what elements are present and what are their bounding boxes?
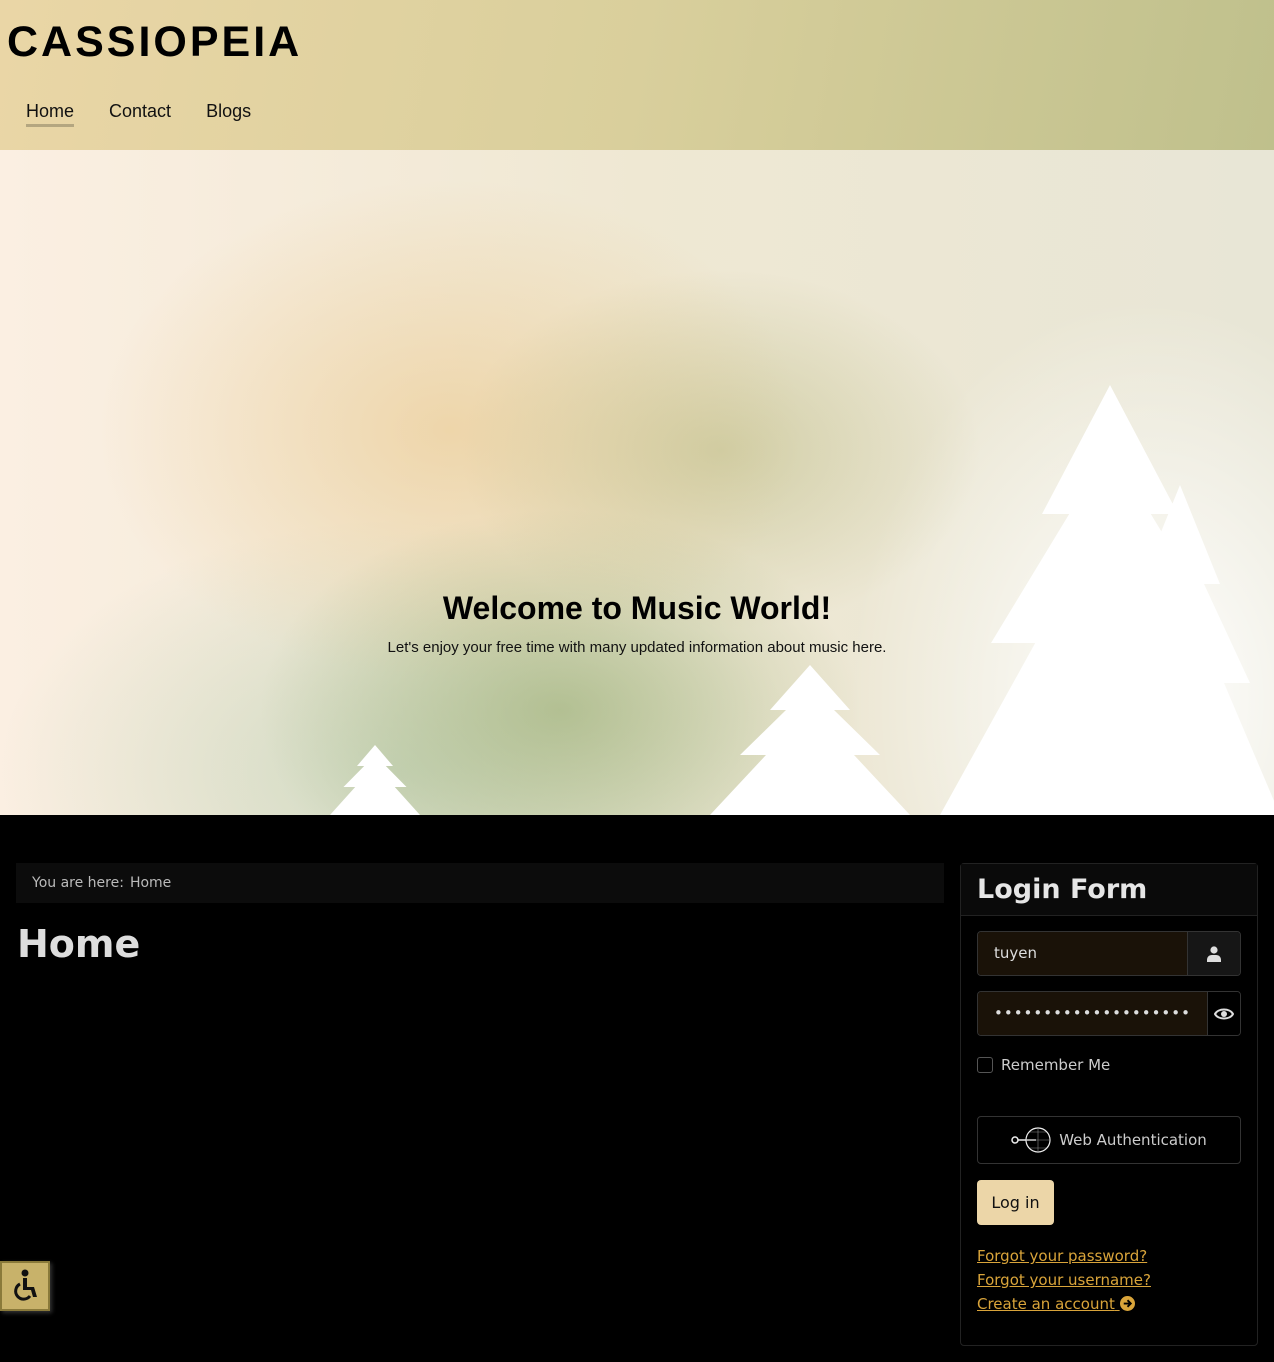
breadcrumb-current: Home — [129, 875, 172, 891]
page-title: Home — [17, 922, 141, 966]
remember-checkbox[interactable] — [977, 1057, 993, 1073]
arrow-circle-right-icon — [1119, 1296, 1135, 1311]
hero-subtitle: Let's enjoy your free time with many upd… — [387, 639, 887, 656]
nav-blogs[interactable]: Blogs — [206, 101, 251, 127]
nav-contact[interactable]: Contact — [109, 101, 171, 127]
login-form: Login Form tuyen •••••••••••••••••••• Re… — [960, 863, 1258, 1346]
web-authentication-button[interactable]: Web Authentication — [977, 1116, 1241, 1164]
webauthn-key-icon — [1011, 1127, 1051, 1153]
tree-decoration — [710, 665, 910, 815]
accessibility-icon — [14, 1269, 37, 1301]
login-title: Login Form — [961, 864, 1257, 916]
login-button[interactable]: Log in — [977, 1180, 1054, 1225]
tree-decoration — [330, 745, 420, 815]
username-input[interactable]: tuyen — [978, 932, 1187, 975]
password-input[interactable]: •••••••••••••••••••• — [978, 992, 1207, 1035]
user-icon — [1187, 932, 1240, 975]
password-field: •••••••••••••••••••• — [977, 991, 1241, 1036]
breadcrumb-prefix: You are here: — [32, 875, 124, 891]
web-authentication-label: Web Authentication — [1059, 1131, 1207, 1149]
login-links: Forgot your password? Forgot your userna… — [977, 1244, 1151, 1316]
forgot-username-link[interactable]: Forgot your username? — [977, 1268, 1151, 1292]
remember-me[interactable]: Remember Me — [977, 1056, 1110, 1074]
forgot-password-link[interactable]: Forgot your password? — [977, 1244, 1151, 1268]
username-field: tuyen — [977, 931, 1241, 976]
create-account-label: Create an account — [977, 1295, 1115, 1313]
eye-icon[interactable] — [1206, 992, 1240, 1035]
nav-home[interactable]: Home — [26, 101, 75, 127]
site-logo[interactable]: CASSIOPEIA — [7, 18, 302, 67]
remember-label: Remember Me — [1001, 1056, 1111, 1074]
create-account-link[interactable]: Create an account — [977, 1292, 1151, 1316]
main-nav: Home Contact Blogs — [26, 101, 251, 127]
accessibility-button[interactable] — [0, 1261, 50, 1311]
breadcrumb: You are here: Home — [16, 863, 944, 903]
hero-banner: Welcome to Music World! Let's enjoy your… — [0, 150, 1274, 815]
hero-title: Welcome to Music World! — [442, 590, 832, 626]
site-header: CASSIOPEIA Home Contact Blogs — [0, 0, 1274, 150]
